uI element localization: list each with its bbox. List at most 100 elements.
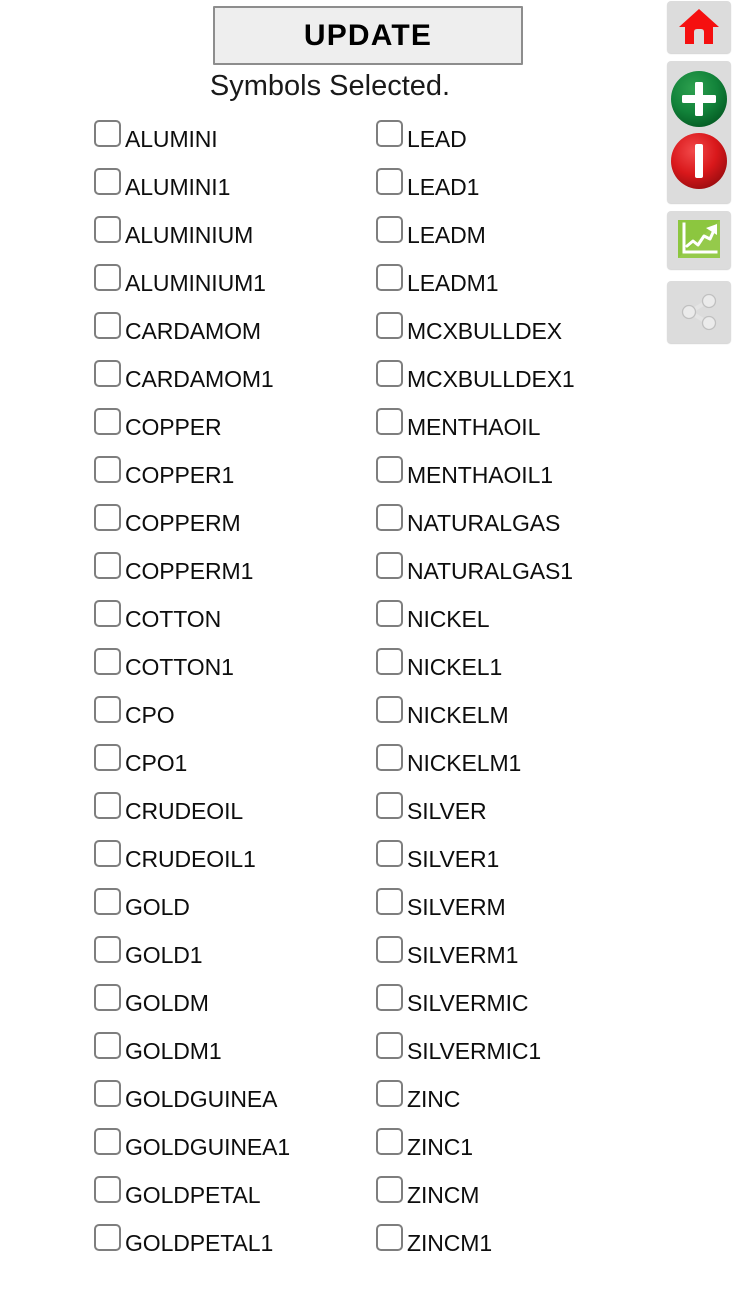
- symbol-checkbox[interactable]: [94, 264, 121, 291]
- symbol-checkbox[interactable]: [94, 408, 121, 435]
- symbol-checkbox[interactable]: [94, 984, 121, 1011]
- symbol-row[interactable]: NICKELM1: [376, 736, 656, 784]
- symbol-checkbox[interactable]: [94, 792, 121, 819]
- symbol-checkbox[interactable]: [94, 456, 121, 483]
- symbol-checkbox[interactable]: [94, 504, 121, 531]
- symbol-row[interactable]: ZINCM1: [376, 1216, 656, 1264]
- symbol-row[interactable]: GOLD: [94, 880, 374, 928]
- symbol-checkbox[interactable]: [376, 1080, 403, 1107]
- symbol-row[interactable]: ALUMINIUM1: [94, 256, 374, 304]
- symbol-checkbox[interactable]: [376, 216, 403, 243]
- symbol-checkbox[interactable]: [94, 1080, 121, 1107]
- symbol-row[interactable]: LEADM1: [376, 256, 656, 304]
- symbol-checkbox[interactable]: [376, 456, 403, 483]
- share-button[interactable]: [667, 281, 731, 343]
- symbol-row[interactable]: CRUDEOIL: [94, 784, 374, 832]
- symbol-checkbox[interactable]: [376, 744, 403, 771]
- symbol-checkbox[interactable]: [94, 168, 121, 195]
- symbol-checkbox[interactable]: [376, 888, 403, 915]
- symbol-row[interactable]: MCXBULLDEX: [376, 304, 656, 352]
- symbol-row[interactable]: GOLDGUINEA1: [94, 1120, 374, 1168]
- symbol-checkbox[interactable]: [376, 696, 403, 723]
- symbol-checkbox[interactable]: [376, 168, 403, 195]
- symbol-row[interactable]: ZINCM: [376, 1168, 656, 1216]
- symbol-row[interactable]: SILVERM: [376, 880, 656, 928]
- symbol-checkbox[interactable]: [376, 936, 403, 963]
- symbol-checkbox[interactable]: [376, 1176, 403, 1203]
- symbol-checkbox[interactable]: [94, 744, 121, 771]
- symbol-checkbox[interactable]: [94, 1224, 121, 1251]
- symbol-checkbox[interactable]: [94, 552, 121, 579]
- symbol-checkbox[interactable]: [94, 936, 121, 963]
- symbol-row[interactable]: CPO: [94, 688, 374, 736]
- symbol-row[interactable]: COPPER1: [94, 448, 374, 496]
- symbol-row[interactable]: COTTON1: [94, 640, 374, 688]
- symbol-checkbox[interactable]: [376, 984, 403, 1011]
- symbol-row[interactable]: COTTON: [94, 592, 374, 640]
- symbol-row[interactable]: LEADM: [376, 208, 656, 256]
- symbol-checkbox[interactable]: [376, 408, 403, 435]
- symbol-row[interactable]: SILVER1: [376, 832, 656, 880]
- symbol-checkbox[interactable]: [94, 696, 121, 723]
- symbol-checkbox[interactable]: [376, 1128, 403, 1155]
- symbol-checkbox[interactable]: [94, 360, 121, 387]
- symbol-row[interactable]: COPPER: [94, 400, 374, 448]
- symbol-checkbox[interactable]: [376, 600, 403, 627]
- symbol-row[interactable]: GOLDGUINEA: [94, 1072, 374, 1120]
- symbol-checkbox[interactable]: [376, 552, 403, 579]
- symbol-row[interactable]: GOLDPETAL1: [94, 1216, 374, 1264]
- symbol-checkbox[interactable]: [376, 264, 403, 291]
- symbol-row[interactable]: CARDAMOM1: [94, 352, 374, 400]
- symbol-row[interactable]: MCXBULLDEX1: [376, 352, 656, 400]
- symbol-row[interactable]: SILVERMIC1: [376, 1024, 656, 1072]
- symbol-row[interactable]: CPO1: [94, 736, 374, 784]
- symbol-checkbox[interactable]: [94, 216, 121, 243]
- symbol-checkbox[interactable]: [376, 504, 403, 531]
- symbol-row[interactable]: ALUMINI1: [94, 160, 374, 208]
- symbol-row[interactable]: SILVERM1: [376, 928, 656, 976]
- symbol-row[interactable]: SILVERMIC: [376, 976, 656, 1024]
- symbol-row[interactable]: LEAD1: [376, 160, 656, 208]
- symbol-checkbox[interactable]: [94, 840, 121, 867]
- symbol-row[interactable]: COPPERM1: [94, 544, 374, 592]
- symbol-row[interactable]: ZINC1: [376, 1120, 656, 1168]
- symbol-row[interactable]: GOLDPETAL: [94, 1168, 374, 1216]
- symbol-row[interactable]: SILVER: [376, 784, 656, 832]
- symbol-row[interactable]: GOLDM1: [94, 1024, 374, 1072]
- symbol-row[interactable]: ALUMINI: [94, 112, 374, 160]
- symbol-checkbox[interactable]: [376, 120, 403, 147]
- symbol-checkbox[interactable]: [376, 360, 403, 387]
- update-button[interactable]: UPDATE: [213, 6, 523, 65]
- symbol-row[interactable]: MENTHAOIL: [376, 400, 656, 448]
- symbol-checkbox[interactable]: [94, 120, 121, 147]
- symbol-checkbox[interactable]: [376, 1224, 403, 1251]
- symbol-checkbox[interactable]: [376, 312, 403, 339]
- symbol-row[interactable]: CRUDEOIL1: [94, 832, 374, 880]
- symbol-checkbox[interactable]: [376, 1032, 403, 1059]
- symbol-checkbox[interactable]: [94, 1032, 121, 1059]
- symbol-checkbox[interactable]: [94, 600, 121, 627]
- symbol-checkbox[interactable]: [94, 888, 121, 915]
- home-button[interactable]: [667, 1, 731, 53]
- symbol-row[interactable]: NICKEL1: [376, 640, 656, 688]
- symbol-row[interactable]: NATURALGAS1: [376, 544, 656, 592]
- chart-button[interactable]: [667, 211, 731, 269]
- symbol-row[interactable]: ZINC: [376, 1072, 656, 1120]
- symbol-checkbox[interactable]: [376, 792, 403, 819]
- symbol-row[interactable]: GOLDM: [94, 976, 374, 1024]
- symbol-row[interactable]: NICKEL: [376, 592, 656, 640]
- symbol-row[interactable]: NICKELM: [376, 688, 656, 736]
- symbol-row[interactable]: ALUMINIUM: [94, 208, 374, 256]
- symbol-checkbox[interactable]: [94, 1128, 121, 1155]
- symbol-row[interactable]: NATURALGAS: [376, 496, 656, 544]
- symbol-checkbox[interactable]: [94, 648, 121, 675]
- symbol-row[interactable]: GOLD1: [94, 928, 374, 976]
- symbol-checkbox[interactable]: [94, 1176, 121, 1203]
- symbol-checkbox[interactable]: [376, 648, 403, 675]
- symbol-row[interactable]: COPPERM: [94, 496, 374, 544]
- symbol-checkbox[interactable]: [376, 840, 403, 867]
- symbol-checkbox[interactable]: [94, 312, 121, 339]
- symbol-row[interactable]: CARDAMOM: [94, 304, 374, 352]
- symbol-row[interactable]: MENTHAOIL1: [376, 448, 656, 496]
- symbol-row[interactable]: LEAD: [376, 112, 656, 160]
